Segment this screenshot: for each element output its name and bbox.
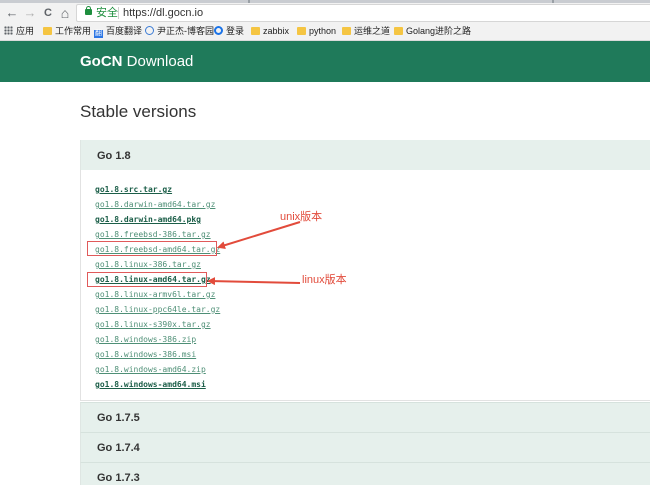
list-item: go1.8.windows-amd64.msi — [95, 377, 220, 392]
version-label: Go 1.8 — [97, 150, 131, 162]
bookmark-label: 百度翻译 — [106, 26, 143, 36]
brand-bold: GoCN — [80, 53, 123, 70]
baidu-translate-icon: 翻 — [94, 30, 103, 38]
list-item: go1.8.darwin-amd64.tar.gz — [95, 197, 220, 212]
annotation-unix: unix版本 — [280, 211, 323, 223]
list-item: go1.8.windows-386.msi — [95, 347, 220, 362]
bookmark-folder-work[interactable]: 工作常用 — [43, 24, 91, 39]
folder-icon — [394, 27, 403, 35]
version-label: Go 1.7.4 — [97, 442, 140, 454]
login-icon — [214, 26, 223, 35]
bookmark-blog[interactable]: 尹正杰-博客园 — [145, 24, 214, 39]
list-item: go1.8.freebsd-386.tar.gz — [95, 227, 220, 242]
bookmark-label: 登录 — [226, 26, 245, 36]
download-link[interactable]: go1.8.freebsd-386.tar.gz — [95, 230, 211, 239]
version-header-go1-8[interactable]: Go 1.8 — [80, 140, 650, 170]
site-header: GoCN Download — [0, 41, 650, 82]
forward-arrow-icon[interactable]: → — [22, 5, 38, 21]
folder-icon — [251, 27, 260, 35]
download-link[interactable]: go1.8.linux-armv6l.tar.gz — [95, 290, 215, 299]
download-link[interactable]: go1.8.darwin-amd64.tar.gz — [95, 200, 215, 209]
home-icon[interactable]: ⌂ — [57, 5, 73, 21]
url-text[interactable]: https://dl.gocn.io — [123, 6, 203, 20]
page-title: Stable versions — [80, 102, 197, 121]
site-brand[interactable]: GoCN Download — [80, 53, 193, 71]
version-header-go1-7-4[interactable]: Go 1.7.4 — [80, 432, 650, 462]
download-link[interactable]: go1.8.darwin-amd64.pkg — [95, 215, 201, 224]
file-list: go1.8.src.tar.gz go1.8.darwin-amd64.tar.… — [95, 182, 220, 392]
address-bar[interactable]: 安全 https://dl.gocn.io — [76, 4, 650, 22]
download-link[interactable]: go1.8.linux-ppc64le.tar.gz — [95, 305, 220, 314]
folder-icon — [43, 27, 52, 35]
bookmark-login[interactable]: 登录 — [214, 24, 244, 39]
browser-toolbar: ← → C ⌂ 安全 https://dl.gocn.io — [0, 3, 650, 23]
version-label: Go 1.7.3 — [97, 472, 140, 484]
bookmarks-bar: 应用 工作常用 翻百度翻译 尹正杰-博客园 登录 zabbix python 运… — [0, 23, 650, 41]
download-link[interactable]: go1.8.windows-amd64.zip — [95, 365, 206, 374]
download-link[interactable]: go1.8.src.tar.gz — [95, 185, 172, 194]
security-label: 安全 — [96, 7, 118, 19]
divider — [118, 7, 119, 19]
reload-icon[interactable]: C — [40, 5, 56, 21]
list-item: go1.8.linux-armv6l.tar.gz — [95, 287, 220, 302]
version-header-go1-7-3[interactable]: Go 1.7.3 — [80, 462, 650, 485]
download-link[interactable]: go1.8.windows-amd64.msi — [95, 380, 206, 389]
list-item: go1.8.linux-s390x.tar.gz — [95, 317, 220, 332]
version-header-go1-7-5[interactable]: Go 1.7.5 — [80, 402, 650, 432]
bookmark-label: 应用 — [16, 26, 35, 36]
bookmark-folder-golang[interactable]: Golang进阶之路 — [394, 24, 471, 39]
list-item: go1.8.windows-386.zip — [95, 332, 220, 347]
folder-icon — [297, 27, 306, 35]
download-link[interactable]: go1.8.linux-s390x.tar.gz — [95, 320, 211, 329]
folder-icon — [342, 27, 351, 35]
bookmark-label: zabbix — [263, 26, 290, 36]
bookmark-label: 工作常用 — [55, 26, 92, 36]
bookmark-folder-python[interactable]: python — [297, 24, 336, 39]
list-item: go1.8.src.tar.gz — [95, 182, 220, 197]
lock-icon — [85, 6, 92, 15]
list-item: go1.8.windows-amd64.zip — [95, 362, 220, 377]
bookmark-baidu-translate[interactable]: 翻百度翻译 — [94, 24, 142, 39]
globe-icon — [145, 26, 154, 35]
apps-grid-icon — [4, 26, 13, 35]
bookmark-label: python — [309, 26, 337, 36]
back-arrow-icon[interactable]: ← — [4, 5, 20, 21]
brand-rest: Download — [126, 53, 194, 70]
download-link[interactable]: go1.8.windows-386.zip — [95, 335, 196, 344]
list-item: go1.8.linux-386.tar.gz — [95, 257, 220, 272]
highlight-box-linux — [87, 272, 207, 287]
version-label: Go 1.7.5 — [97, 412, 140, 424]
bookmark-label: 运维之道 — [354, 26, 391, 36]
bookmark-apps[interactable]: 应用 — [4, 24, 34, 39]
download-link[interactable]: go1.8.linux-386.tar.gz — [95, 260, 201, 269]
annotation-linux: linux版本 — [302, 274, 347, 286]
bookmark-folder-zabbix[interactable]: zabbix — [251, 24, 289, 39]
list-item: go1.8.darwin-amd64.pkg — [95, 212, 220, 227]
bookmark-folder-ops[interactable]: 运维之道 — [342, 24, 390, 39]
bookmark-label: Golang进阶之路 — [406, 26, 472, 36]
highlight-box-unix — [87, 241, 217, 256]
list-item: go1.8.linux-ppc64le.tar.gz — [95, 302, 220, 317]
bookmark-label: 尹正杰-博客园 — [157, 26, 214, 36]
download-link[interactable]: go1.8.windows-386.msi — [95, 350, 196, 359]
